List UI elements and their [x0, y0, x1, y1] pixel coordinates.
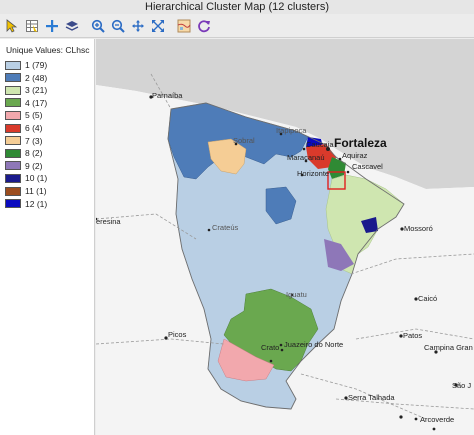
window-title: Hierarchical Cluster Map (12 clusters) [0, 0, 474, 14]
legend-swatch [5, 186, 21, 196]
map-canvas[interactable]: Parnaíba Fortaleza Itapipoca Sobral Cauc… [96, 39, 474, 435]
legend-swatch [5, 98, 21, 108]
label-serra-talhada: Serra Talhada [348, 393, 395, 402]
legend-item[interactable]: 11 (1) [5, 186, 47, 196]
label-aquiraz: Aquiraz [342, 151, 368, 160]
legend-label: 10 (1) [25, 173, 48, 184]
basemap-icon[interactable] [174, 16, 193, 36]
legend-swatch [5, 123, 21, 133]
legend-swatch [5, 136, 21, 146]
refresh-icon[interactable] [194, 16, 213, 36]
label-picos: Picos [168, 330, 187, 339]
layers-icon[interactable] [62, 16, 81, 36]
label-crateus: Crateús [212, 223, 239, 232]
label-horizonte: Horizonte [297, 169, 329, 178]
selection-table-icon[interactable] [22, 16, 41, 36]
label-parnaiba: Parnaíba [152, 91, 183, 100]
legend-label: 8 (2) [25, 148, 43, 159]
select-pointer-icon[interactable] [2, 16, 21, 36]
toolbar [0, 14, 474, 38]
legend-label: 2 (48) [25, 72, 48, 83]
label-fortaleza: Fortaleza [334, 136, 387, 150]
zoom-out-icon[interactable] [108, 16, 127, 36]
zoom-in-icon[interactable] [88, 16, 107, 36]
label-itapipoca: Itapipoca [276, 126, 307, 135]
legend-item[interactable]: 7 (3) [5, 136, 42, 146]
legend-label: 1 (79) [25, 60, 48, 70]
legend-item[interactable]: 8 (2) [5, 148, 42, 158]
legend-swatch [5, 85, 21, 95]
legend-label: 3 (21) [25, 85, 48, 96]
legend-item[interactable]: 1 (79) [5, 60, 47, 70]
legend-label: 4 (17) [25, 97, 48, 108]
label-caico: Caicó [418, 294, 437, 303]
label-sobral: Sobral [233, 136, 255, 145]
label-juazeiro: Juazeiro do Norte [284, 340, 343, 349]
legend-item[interactable]: 6 (4) [5, 123, 42, 133]
add-icon[interactable] [42, 16, 61, 36]
legend-swatch [5, 161, 21, 171]
label-caucaia: Caucaia [306, 140, 334, 149]
fit-extent-icon[interactable] [148, 16, 167, 36]
legend-swatch [5, 73, 21, 83]
label-teresina: eresina [96, 217, 121, 226]
label-arcoverde: Arcoverde [420, 415, 454, 424]
label-iguatu: Iguatu [286, 290, 307, 299]
legend-item[interactable]: 12 (1) [5, 199, 47, 209]
legend-item[interactable]: 3 (21) [5, 85, 47, 95]
label-maracanau: Maracanaú [287, 153, 325, 162]
legend-item[interactable]: 10 (1) [5, 173, 47, 183]
label-patos: Patos [403, 331, 422, 340]
legend-label: 11 (1) [25, 186, 47, 196]
label-campina: Campina Gran [424, 343, 473, 352]
legend-title: Unique Values: CLhsc [6, 45, 90, 55]
legend-swatch [5, 110, 21, 120]
pan-icon[interactable] [128, 16, 147, 36]
legend-label: 7 (3) [25, 135, 43, 146]
legend-label: 6 (4) [25, 123, 43, 133]
legend-item[interactable]: 9 (2) [5, 161, 42, 171]
legend-item[interactable]: 4 (17) [5, 98, 47, 108]
legend-label: 5 (5) [25, 110, 43, 121]
legend-panel: Unique Values: CLhsc 1 (79) 2 (48) 3 (21) 4… [0, 39, 95, 435]
label-cascavel: Cascavel [352, 162, 383, 171]
label-crato: Crato [261, 343, 279, 352]
label-sao-jose: São J [452, 381, 471, 390]
legend-label: 12 (1) [25, 198, 48, 209]
label-mossoro: Mossoró [404, 224, 433, 233]
legend-swatch [5, 199, 21, 209]
legend-item[interactable]: 5 (5) [5, 110, 42, 120]
legend-swatch [5, 148, 21, 158]
legend-swatch [5, 173, 21, 183]
legend-swatch [5, 60, 21, 70]
legend-item[interactable]: 2 (48) [5, 73, 47, 83]
legend-label: 9 (2) [25, 160, 43, 171]
